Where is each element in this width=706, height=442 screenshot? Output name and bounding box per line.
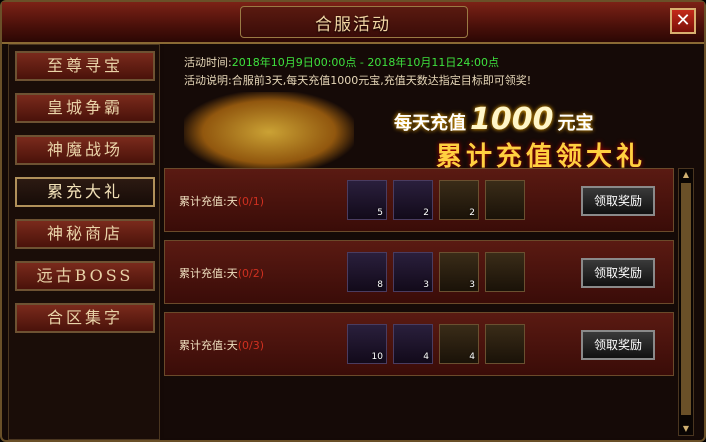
claim-reward-button[interactable]: 领取奖励 bbox=[581, 330, 655, 360]
reward-row-3: 累计充值:天(0/3) 10 4 4 领取奖励 bbox=[164, 312, 674, 376]
item-qty: 2 bbox=[423, 208, 429, 218]
reward-row-2: 累计充值:天(0/2) 8 3 3 领取奖励 bbox=[164, 240, 674, 304]
gold-ticket-icon[interactable]: 3 bbox=[393, 252, 433, 292]
sidebar-item-divine-battlefield[interactable]: 神魔战场 bbox=[15, 135, 155, 165]
scrollbar[interactable]: ▲ ▼ bbox=[678, 168, 694, 436]
row-label-text: 累计充值:天 bbox=[179, 267, 238, 280]
golden-orb-icon[interactable] bbox=[485, 252, 525, 292]
close-button[interactable]: ✕ bbox=[670, 8, 696, 34]
gold-ticket-icon[interactable]: 2 bbox=[393, 180, 433, 220]
banner-line-1: 每天充值 1000 元宝 bbox=[394, 102, 594, 137]
sidebar: 至尊寻宝 皇城争霸 神魔战场 累充大礼 神秘商店 远古BOSS 合区集字 bbox=[8, 44, 160, 440]
item-qty: 10 bbox=[371, 352, 383, 362]
row-label-text: 累计充值:天 bbox=[179, 195, 238, 208]
item-qty: 3 bbox=[469, 280, 475, 290]
row-progress: (0/1) bbox=[237, 195, 265, 208]
banner-pre: 每天充值 bbox=[394, 113, 466, 134]
scroll-icon[interactable]: 3 bbox=[439, 252, 479, 292]
sidebar-item-imperial-battle[interactable]: 皇城争霸 bbox=[15, 93, 155, 123]
banner-amount: 1000 bbox=[470, 102, 554, 137]
activity-description: 活动说明:合服前3天,每天充值1000元宝,充值天数达指定目标即可领奖! bbox=[184, 74, 532, 87]
item-qty: 5 bbox=[377, 208, 383, 218]
gold-ingot-1000-icon[interactable]: 5 bbox=[347, 180, 387, 220]
time-value: 2018年10月9日00:00点 - 2018年10月11日24:00点 bbox=[231, 56, 500, 69]
gold-ticket-icon[interactable]: 4 bbox=[393, 324, 433, 364]
scroll-icon[interactable]: 2 bbox=[439, 180, 479, 220]
item-qty: 3 bbox=[423, 280, 429, 290]
row-label-text: 累计充值:天 bbox=[179, 339, 238, 352]
item-qty: 4 bbox=[423, 352, 429, 362]
main-panel: 活动时间:2018年10月9日00:00点 - 2018年10月11日24:00… bbox=[164, 44, 702, 438]
reward-row-1: 累计充值:天(0/1) 5 2 2 领取奖励 bbox=[164, 168, 674, 232]
claim-reward-button[interactable]: 领取奖励 bbox=[581, 258, 655, 288]
golden-orb-icon[interactable] bbox=[485, 180, 525, 220]
row-label: 累计充值:天(0/3) bbox=[179, 337, 264, 353]
row-progress: (0/2) bbox=[237, 267, 265, 280]
row-progress: (0/3) bbox=[237, 339, 265, 352]
row-label: 累计充值:天(0/1) bbox=[179, 193, 264, 209]
sidebar-item-mystery-shop[interactable]: 神秘商店 bbox=[15, 219, 155, 249]
activity-window: 合服活动 ✕ 至尊寻宝 皇城争霸 神魔战场 累充大礼 神秘商店 远古BOSS 合… bbox=[0, 0, 706, 442]
gold-ingot-1000-icon[interactable]: 8 bbox=[347, 252, 387, 292]
golden-orb-icon[interactable] bbox=[485, 324, 525, 364]
claim-reward-button[interactable]: 领取奖励 bbox=[581, 186, 655, 216]
sidebar-item-ancient-boss[interactable]: 远古BOSS bbox=[15, 261, 155, 291]
row-label: 累计充值:天(0/2) bbox=[179, 265, 264, 281]
gold-ingot-1000-icon[interactable]: 10 bbox=[347, 324, 387, 364]
sidebar-item-supreme-treasure[interactable]: 至尊寻宝 bbox=[15, 51, 155, 81]
scroll-thumb[interactable] bbox=[681, 183, 691, 415]
item-qty: 8 bbox=[377, 280, 383, 290]
item-qty: 4 bbox=[469, 352, 475, 362]
activity-info: 活动时间:2018年10月9日00:00点 - 2018年10月11日24:00… bbox=[184, 54, 531, 90]
sidebar-item-collect-words[interactable]: 合区集字 bbox=[15, 303, 155, 333]
treasure-chest-image bbox=[184, 92, 354, 172]
item-qty: 2 bbox=[469, 208, 475, 218]
time-label: 活动时间: bbox=[184, 56, 232, 69]
banner-post: 元宝 bbox=[557, 113, 594, 134]
scroll-up-arrow-icon[interactable]: ▲ bbox=[679, 169, 693, 181]
sidebar-item-recharge-gift[interactable]: 累充大礼 bbox=[15, 177, 155, 207]
title-bar: 合服活动 ✕ bbox=[2, 2, 704, 44]
window-title: 合服活动 bbox=[315, 15, 391, 35]
scroll-icon[interactable]: 4 bbox=[439, 324, 479, 364]
scroll-down-arrow-icon[interactable]: ▼ bbox=[679, 423, 693, 435]
